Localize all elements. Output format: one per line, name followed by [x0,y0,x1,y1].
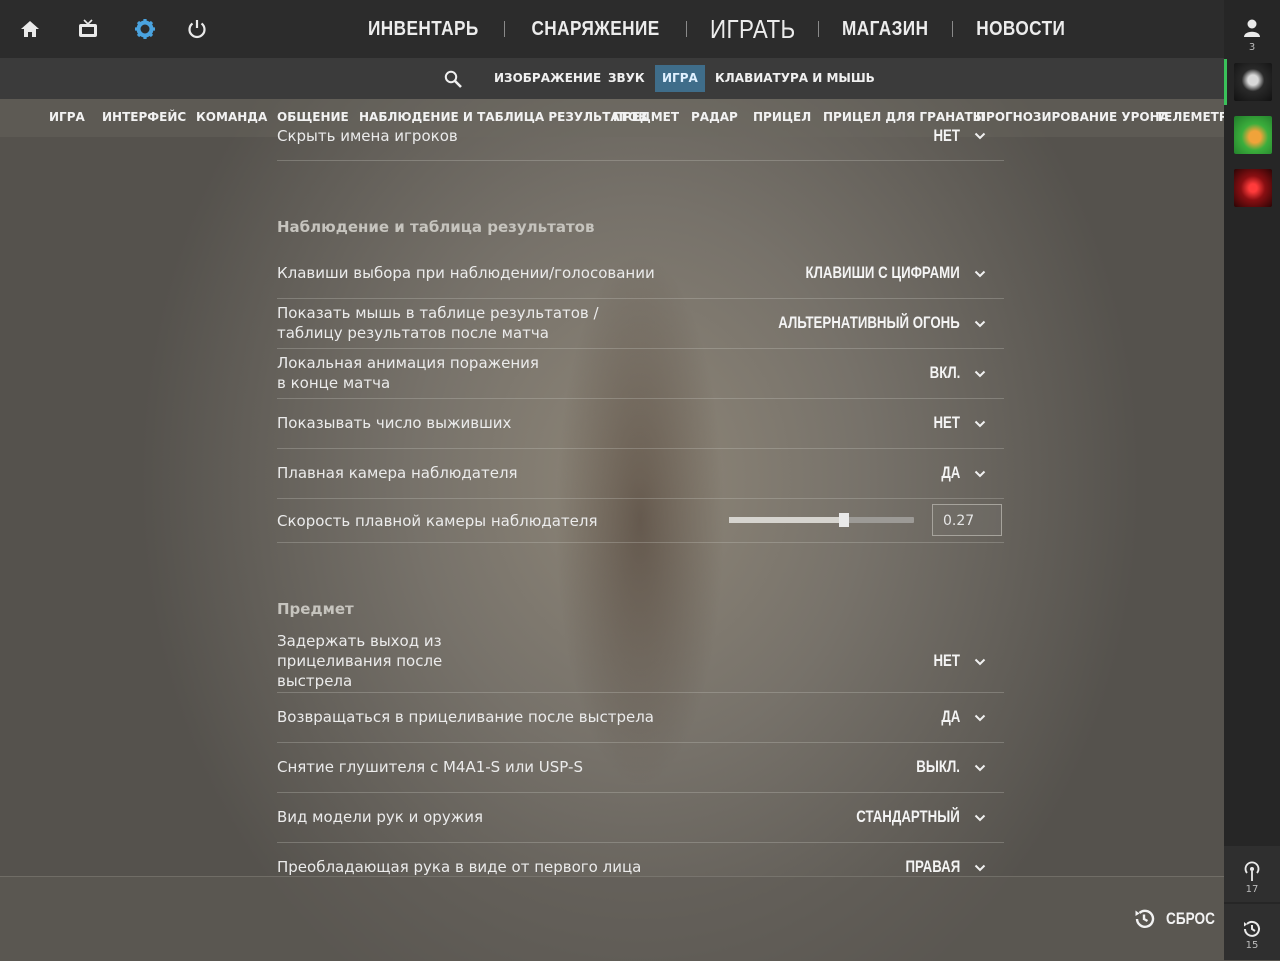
setting-value[interactable]: АЛЬТЕРНАТИВНЫЙ ОГОНЬ [778,313,960,333]
chevron-down-icon[interactable] [974,812,986,824]
slider-fill [729,517,844,523]
home-icon[interactable] [17,16,43,42]
setting-value[interactable]: ПРАВАЯ [905,857,960,875]
tab-keyboard-mouse[interactable]: КЛАВИАТУРА И МЫШЬ [708,65,882,92]
nav-divider [951,21,953,37]
chevron-down-icon[interactable] [974,712,986,724]
notifications-count: 17 [1245,884,1259,895]
setting-label: Показывать число выживших [277,414,512,432]
friend-avatar[interactable] [1234,116,1272,154]
chevron-down-icon[interactable] [974,468,986,480]
broadcast-icon [1244,861,1260,881]
setting-value[interactable]: НЕТ [933,126,960,146]
chevron-down-icon[interactable] [974,862,986,874]
setting-row[interactable]: Скрыть имена игроков НЕТ [277,120,1004,161]
section-title: Предмет [277,600,354,618]
chevron-down-icon[interactable] [974,762,986,774]
section-link-team[interactable]: КОМАНДА [196,110,267,124]
setting-value[interactable]: ДА [941,463,960,483]
setting-row[interactable]: Возвращаться в прицеливание после выстре… [277,692,1004,743]
setting-value[interactable]: ДА [941,707,960,727]
history-icon [1244,920,1260,937]
nav-news[interactable]: НОВОСТИ [962,18,1079,41]
camera-speed-slider[interactable] [729,513,914,527]
setting-label: Показать мышь в таблице результатов / та… [277,304,599,342]
setting-value[interactable]: СТАНДАРТНЫЙ [856,807,960,827]
setting-label: Клавиши выбора при наблюдении/голосовани… [277,264,655,282]
main-nav: ИНВЕНТАРЬ СНАРЯЖЕНИЕ ИГРАТЬ МАГАЗИН НОВО… [343,0,1088,58]
history-count: 15 [1245,940,1259,951]
setting-label: Задержать выход из прицеливания после вы… [277,632,443,690]
user-icon [1244,19,1260,37]
settings-tabs: ИЗОБРАЖЕНИЕ ЗВУК ИГРА КЛАВИАТУРА И МЫШЬ [0,58,1224,99]
nav-inventory[interactable]: ИНВЕНТАРЬ [354,18,492,41]
setting-value[interactable]: КЛАВИШИ С ЦИФРАМИ [806,263,960,283]
section-link-damage-prediction[interactable]: ПРОГНОЗИРОВАНИЕ УРОНА [976,110,1169,124]
section-link-game[interactable]: ИГРА [49,110,85,124]
setting-label: Возвращаться в прицеливание после выстре… [277,708,654,726]
setting-label: Вид модели рук и оружия [277,808,483,826]
reset-button[interactable]: СБРОС [1132,907,1227,931]
setting-value[interactable]: НЕТ [933,651,960,671]
setting-value[interactable]: ВКЛ. [929,363,960,383]
section-link-telemetry[interactable]: ТЕЛЕМЕТРИ [1156,110,1224,124]
chevron-down-icon[interactable] [974,418,986,430]
camera-speed-input[interactable]: 0.27 [932,504,1002,536]
nav-divider [818,21,820,37]
friends-count: 3 [1248,42,1256,53]
setting-label: Скрыть имена игроков [277,127,458,145]
bottom-bar: СБРОС [0,876,1224,961]
setting-row[interactable]: Клавиши выбора при наблюдении/голосовани… [277,248,1004,299]
tab-video[interactable]: ИЗОБРАЖЕНИЕ [487,65,608,92]
setting-label: Преобладающая рука в виде от первого лиц… [277,858,642,875]
search-icon[interactable] [444,70,462,88]
chevron-down-icon[interactable] [974,318,986,330]
friends-rail: 3 17 15 [1224,0,1280,960]
chevron-down-icon[interactable] [974,368,986,380]
setting-row-slider: Скорость плавной камеры наблюдателя 0.27 [277,498,1004,543]
setting-row[interactable]: Преобладающая рука в виде от первого лиц… [277,842,1004,875]
setting-label: Локальная анимация поражения в конце мат… [277,354,539,392]
tab-game[interactable]: ИГРА [655,65,705,92]
tv-icon[interactable] [75,16,101,42]
tab-audio[interactable]: ЗВУК [601,65,652,92]
setting-row[interactable]: Задержать выход из прицеливания после вы… [277,630,1004,693]
nav-divider [503,21,505,37]
online-indicator [1224,59,1227,105]
reset-history-icon [1135,909,1155,928]
setting-row[interactable]: Показывать число выживших НЕТ [277,398,1004,449]
setting-label: Скорость плавной камеры наблюдателя [277,512,598,530]
reset-label: СБРОС [1166,909,1215,928]
setting-value[interactable]: ВЫКЛ. [916,757,960,777]
power-icon[interactable] [184,16,210,42]
settings-content: Скрыть имена игроков НЕТ Наблюдение и та… [277,120,1004,875]
friend-avatar[interactable] [1234,63,1272,101]
notifications-button[interactable]: 17 [1224,846,1280,902]
history-button[interactable]: 15 [1224,904,1280,960]
setting-row[interactable]: Плавная камера наблюдателя ДА [277,448,1004,499]
gear-icon[interactable] [132,16,158,42]
friends-button[interactable]: 3 [1224,0,1280,58]
chevron-down-icon[interactable] [974,268,986,280]
nav-loadout[interactable]: СНАРЯЖЕНИЕ [517,18,673,41]
setting-row[interactable]: Снятие глушителя с M4A1-S или USP-S ВЫКЛ… [277,742,1004,793]
nav-play[interactable]: ИГРАТЬ [696,14,809,45]
friend-avatar[interactable] [1234,169,1272,207]
section-link-interface[interactable]: ИНТЕРФЕЙС [102,110,186,124]
slider-handle[interactable] [838,513,849,527]
top-bar: ИНВЕНТАРЬ СНАРЯЖЕНИЕ ИГРАТЬ МАГАЗИН НОВО… [0,0,1224,58]
chevron-down-icon[interactable] [974,656,986,668]
setting-row[interactable]: Локальная анимация поражения в конце мат… [277,348,1004,399]
setting-row[interactable]: Вид модели рук и оружия СТАНДАРТНЫЙ [277,792,1004,843]
nav-divider [685,21,687,37]
setting-value[interactable]: НЕТ [933,413,960,433]
setting-label: Плавная камера наблюдателя [277,464,518,482]
section-title: Наблюдение и таблица результатов [277,218,595,236]
setting-row[interactable]: Показать мышь в таблице результатов / та… [277,298,1004,349]
chevron-down-icon[interactable] [974,130,986,142]
setting-label: Снятие глушителя с M4A1-S или USP-S [277,758,583,776]
nav-store[interactable]: МАГАЗИН [829,18,943,41]
